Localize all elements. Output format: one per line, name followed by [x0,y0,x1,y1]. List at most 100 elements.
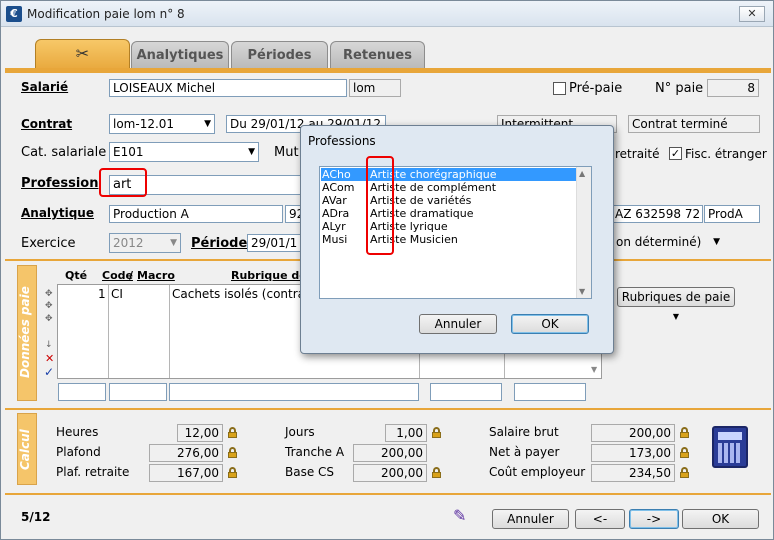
dialog-title: Professions [308,134,376,148]
list-item[interactable]: ACho Artiste chorégraphique [321,168,576,181]
next-button[interactable]: -> [629,509,679,529]
base-cs-field: 200,00 [353,464,427,482]
tab-periodes[interactable]: Périodes [231,41,328,69]
jours-field: 1,00 [385,424,427,442]
arrow-down-small-icon[interactable]: ✥ [45,314,53,324]
list-item[interactable]: ALyr Artiste lyrique [321,220,576,233]
fisc-label: Fisc. étranger [685,147,767,161]
exercice-value: 2012 [113,236,144,250]
professions-list[interactable]: ACho Artiste chorégraphique ACom Artiste d… [319,166,592,299]
pencil-icon[interactable]: ✎ [453,506,466,525]
list-scrollbar[interactable]: ▲ ▼ [576,167,591,298]
contrat-value: lom-12.01 [113,117,175,131]
cat-value: E101 [113,145,144,159]
tab-retenues[interactable]: Retenues [330,41,425,69]
analytique-label: Analytique [21,206,94,220]
tab-main[interactable]: ✂ [35,39,130,69]
tranche-a-label: Tranche A [285,445,345,459]
cat-label: Cat. salariale [21,145,107,160]
plaf-retraite-field: 167,00 [149,464,223,482]
arrow-up-icon[interactable]: ✥ [45,289,53,299]
scroll-down-icon[interactable]: ▼ [591,365,597,374]
lock-icon [228,447,237,458]
analytique-ref-field: AZ 632598 72 [611,205,703,223]
duree-select[interactable]: on déterminé) ▼ [613,233,723,253]
lock-icon [432,427,441,438]
plafond-field: 276,00 [149,444,223,462]
mut-label: Mut [274,145,299,160]
calcul-side-panel: Calcul [17,413,37,485]
list-item[interactable]: ADra Artiste dramatique [321,207,576,220]
highlight-column [366,156,394,255]
scroll-up-icon[interactable]: ▲ [579,169,585,178]
prev-button[interactable]: <- [575,509,625,529]
base-cs-label: Base CS [285,465,335,479]
chevron-down-icon: ▼ [672,312,680,321]
delete-icon[interactable]: ✕ [45,352,54,365]
app-icon: € [6,6,22,22]
separator-calcul [5,408,771,410]
ok-button[interactable]: OK [682,509,759,529]
rubriques-button[interactable]: Rubriques de paie ▼ [617,287,735,321]
validate-check-icon[interactable]: ✓ [44,365,54,379]
tab-bar: ✂ Analytiques Périodes Retenues [1,39,773,69]
dialog-annuler-button[interactable]: Annuler [419,314,497,334]
retraite-label: retraité [615,147,660,161]
calcul-side-label: Calcul [18,429,32,471]
jours-label: Jours [285,425,315,439]
chevron-down-icon: ▼ [204,119,211,129]
exercice-select[interactable]: 2012 ▼ [109,233,181,253]
tab-analytiques[interactable]: Analytiques [131,41,229,69]
close-button[interactable]: ✕ [739,6,765,22]
fisc-checkbox[interactable]: ✓ [669,147,682,160]
heures-field: 12,00 [177,424,223,442]
tools-icon: ✂ [75,44,90,63]
contrat-label: Contrat [21,117,73,131]
contrat-select[interactable]: lom-12.01 ▼ [109,114,215,134]
main-window: € Modification paie lom n° 8 ✕ ✂ Analyti… [0,0,774,540]
donnees-side-label: Données paie [18,286,32,378]
donnees-side-panel: Données paie [17,265,37,401]
prepaie-checkbox[interactable] [553,82,566,95]
npaie-field: 8 [707,79,759,97]
dialog-ok-button[interactable]: OK [511,314,589,334]
col-macro-header: Macro [137,269,175,282]
list-item[interactable]: AVar Artiste de variétés [321,194,576,207]
chevron-down-icon: ▼ [713,237,720,247]
title-bar: € Modification paie lom n° 8 ✕ [1,1,773,27]
input-col5[interactable] [514,383,586,401]
list-item[interactable]: Musi Artiste Musicien [321,233,576,246]
salarie-name-field[interactable]: LOISEAUX Michel [109,79,347,97]
annuler-button[interactable]: Annuler [492,509,569,529]
chevron-down-icon: ▼ [248,147,255,157]
scroll-down-icon[interactable]: ▼ [579,287,585,296]
input-code[interactable] [109,383,167,401]
calculator-keys [718,443,742,463]
heures-label: Heures [56,425,99,439]
analytique-field[interactable]: Production A [109,205,283,223]
arrow-down-icon[interactable]: ↓ [45,340,53,350]
row-rubrique: Cachets isolés (contra [172,287,306,301]
lock-icon [680,447,689,458]
input-col4[interactable] [430,383,502,401]
npaie-label: N° paie [655,81,704,96]
calculator-icon[interactable] [712,426,748,468]
cout-employeur-label: Coût employeur [489,465,586,479]
grid-divider [169,285,170,378]
list-item[interactable]: ACom Artiste de complément [321,181,576,194]
row-code: CI [111,287,123,301]
profession-label: Profession [21,176,99,191]
plafond-label: Plafond [56,445,101,459]
input-qte[interactable] [58,383,106,401]
arrow-up-small-icon[interactable]: ✥ [45,301,53,311]
periode-field[interactable]: 29/01/1 [247,234,301,252]
col-rubrique-header: Rubrique de [231,269,307,282]
window-title: Modification paie lom n° 8 [27,7,185,21]
cat-select[interactable]: E101 ▼ [109,142,259,162]
tranche-a-field: 200,00 [353,444,427,462]
input-rubrique[interactable] [169,383,419,401]
prepaie-label: Pré-paie [569,81,623,96]
calculator-screen [718,432,742,440]
row-qte: 1 [98,287,106,301]
cout-employeur-field: 234,50 [591,464,675,482]
